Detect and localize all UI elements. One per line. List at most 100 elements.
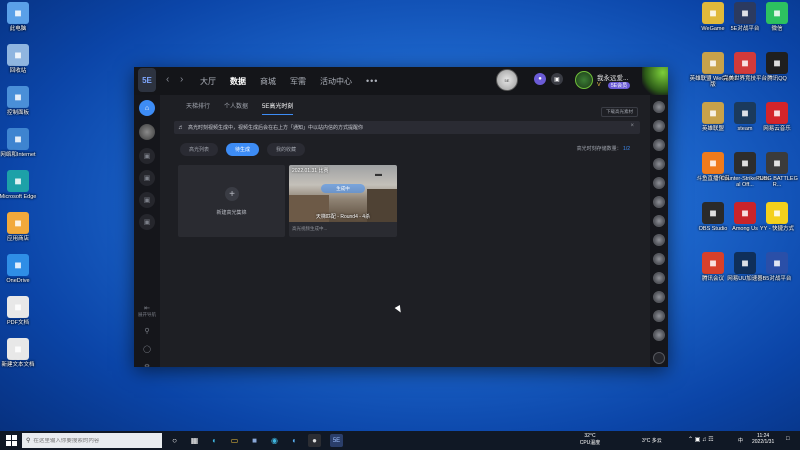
store-icon[interactable]: ■ <box>248 434 261 447</box>
nav-data[interactable]: 数据 <box>230 76 246 87</box>
nav-store[interactable]: 商城 <box>260 76 276 87</box>
friend-avatar[interactable] <box>653 215 665 227</box>
search-icon[interactable]: ⚲ <box>139 323 155 339</box>
desktop-shortcut[interactable]: ■ 回收站 <box>0 44 43 74</box>
desktop-shortcut[interactable]: ■ 腾讯QQ <box>752 52 800 82</box>
desktop-shortcut[interactable]: ■ 此电脑 <box>0 2 43 32</box>
lock-icon[interactable]: ▣ <box>139 148 155 164</box>
edge-icon[interactable]: ◐ <box>208 434 221 447</box>
friend-avatar[interactable] <box>653 177 665 189</box>
tab-highlights[interactable]: 5E高光时刻 <box>262 101 294 115</box>
new-highlight-card[interactable]: + 新建高光集锦 <box>178 165 285 237</box>
desktop-shortcut[interactable]: ■ 控制面板 <box>0 86 43 116</box>
desktop-shortcut-label: 微信 <box>771 26 783 32</box>
friend-avatar[interactable] <box>653 329 665 341</box>
desktop-shortcut-label: 应用商店 <box>6 236 29 242</box>
notification-center-icon[interactable]: □ <box>786 436 790 450</box>
friend-avatar[interactable] <box>653 291 665 303</box>
clock[interactable]: 11:24 2022/1/31 <box>752 433 774 450</box>
clock-date: 2022/1/31 <box>752 439 775 445</box>
nav-supply[interactable]: 军需 <box>290 76 306 87</box>
left-rail: ⌂ ▣ ▣ ▣ ▣ ⇤ 展开导航 ⚲ ◯ ⚙ <box>134 95 160 367</box>
weather-status[interactable]: 3°C 多云 <box>642 437 662 450</box>
desktop-shortcut[interactable]: ■ YY - 快捷方式 <box>752 202 800 232</box>
desktop-shortcut[interactable]: ■ 微信 <box>752 2 800 32</box>
ime-indicator[interactable]: 中 <box>738 437 743 450</box>
5e-taskbar-icon[interactable]: 5E <box>330 434 343 447</box>
history-icon[interactable]: ◯ <box>139 341 155 357</box>
more-menu-icon[interactable]: ••• <box>366 76 378 86</box>
friend-avatar[interactable] <box>653 310 665 322</box>
friend-avatar[interactable] <box>653 272 665 284</box>
desktop-shortcut-label: 控制面板 <box>6 110 29 116</box>
tray-icons[interactable]: ⌃ ▣ ♫ ☶ <box>688 436 714 450</box>
friend-avatar[interactable] <box>653 120 665 132</box>
search-input[interactable] <box>33 437 159 444</box>
video-title: 天梯匹配 - Round4 - 4杀 <box>315 214 371 220</box>
lock-icon[interactable]: ▣ <box>139 214 155 230</box>
video-card[interactable]: ▬ 2022.01.31 比赛 生成中 天梯匹配 - Round4 - 4杀 高… <box>289 165 397 237</box>
settings-icon[interactable]: ⚙ <box>139 359 155 367</box>
control-panel-icon: ■ <box>7 86 29 108</box>
widgets-icon[interactable]: ▦ <box>188 434 201 447</box>
nav-lobby[interactable]: 大厅 <box>200 76 216 87</box>
friend-avatar[interactable] <box>653 253 665 265</box>
desktop-shortcut[interactable]: ■ 新建文本文档 <box>0 338 43 368</box>
file-explorer-icon[interactable]: ▭ <box>228 434 241 447</box>
filter-pending[interactable]: 待生成 <box>226 143 260 156</box>
chat-icon[interactable] <box>653 352 665 364</box>
expand-nav-label[interactable]: 展开导航 <box>134 312 160 318</box>
desktop-shortcut[interactable]: ■ 应用商店 <box>0 212 43 242</box>
edge-dev-icon[interactable]: ◐ <box>288 434 301 447</box>
friend-avatar[interactable] <box>653 139 665 151</box>
nav-events[interactable]: 活动中心 <box>320 76 352 87</box>
desktop-shortcut[interactable]: ■ 网络和Internet <box>0 128 43 158</box>
desktop-shortcut-label: 腾讯QQ <box>767 76 787 82</box>
desktop-shortcut[interactable]: ■ PDF文档 <box>0 296 43 326</box>
tab-ladder-rank[interactable]: 天梯排行 <box>186 101 210 115</box>
main-content: 天梯排行 个人数据 5E高光时刻 下载高光素材 ♬ 高光时刻视频生成中，视频生成… <box>160 95 650 367</box>
avatar[interactable] <box>575 71 593 89</box>
app-logo[interactable]: 5E <box>138 68 156 92</box>
friend-avatar[interactable] <box>139 124 155 140</box>
desktop-shortcut-label: YY - 快捷方式 <box>759 226 795 232</box>
lock-icon[interactable]: ▣ <box>139 170 155 186</box>
back-icon[interactable]: ‹ <box>166 74 169 85</box>
windows-start-icon[interactable] <box>6 435 17 446</box>
lock-icon[interactable]: ▣ <box>139 192 155 208</box>
filter-highlight-list[interactable]: 高光列表 <box>180 143 219 156</box>
taskbar-search[interactable]: ⚲ <box>22 433 162 448</box>
home-icon[interactable]: ⌂ <box>139 100 155 116</box>
plus-icon[interactable]: + <box>225 187 239 201</box>
forward-icon[interactable]: › <box>180 74 183 85</box>
notice-text: 高光时刻视频生成中，视频生成后会在右上方「通知」中以站内信的方式提醒你 <box>188 125 364 131</box>
friends-rail <box>650 95 668 367</box>
download-highlight-button[interactable]: 下载高光素材 <box>601 107 638 117</box>
video-thumbnail[interactable]: ▬ 2022.01.31 比赛 生成中 天梯匹配 - Round4 - 4杀 <box>289 165 397 222</box>
friend-avatar[interactable] <box>653 196 665 208</box>
friend-avatar[interactable] <box>653 158 665 170</box>
task-view-icon[interactable]: ○ <box>168 434 181 447</box>
friend-avatar[interactable] <box>653 234 665 246</box>
decor-corner <box>642 67 668 95</box>
tab-personal-data[interactable]: 个人数据 <box>224 101 248 115</box>
user-name: 我永远爱... <box>597 75 629 82</box>
friend-avatar[interactable] <box>653 101 665 113</box>
desktop-shortcut[interactable]: ■ B5对战平台 <box>752 252 800 282</box>
obs-taskbar-icon[interactable]: ● <box>308 434 321 447</box>
close-icon[interactable]: × <box>630 123 634 129</box>
sub-tabs: 天梯排行 个人数据 5E高光时刻 <box>186 101 294 115</box>
filter-favorites[interactable]: 我的收藏 <box>267 143 306 156</box>
desktop-shortcut[interactable]: ■ OneDrive <box>0 254 43 284</box>
desktop-shortcut-label: PUBG BATTLEGR... <box>756 176 798 189</box>
desktop-shortcut[interactable]: ■ PUBG BATTLEGR... <box>752 152 800 189</box>
rank-badge-icon[interactable]: 5E <box>496 69 518 91</box>
qq-browser-icon[interactable]: ◉ <box>268 434 281 447</box>
filter-pills: 高光列表 待生成 我的收藏 <box>180 143 306 156</box>
desktop-shortcut[interactable]: ■ 网易云音乐 <box>752 102 800 132</box>
main-nav: 大厅 数据 商城 军需 活动中心 ••• <box>200 67 378 95</box>
desktop-shortcut-label: 网络和Internet <box>0 152 36 158</box>
desktop-shortcut[interactable]: ■ Microsoft Edge <box>0 170 43 200</box>
notification-icon[interactable]: ● <box>534 73 546 85</box>
lock-icon[interactable]: ▣ <box>551 73 563 85</box>
